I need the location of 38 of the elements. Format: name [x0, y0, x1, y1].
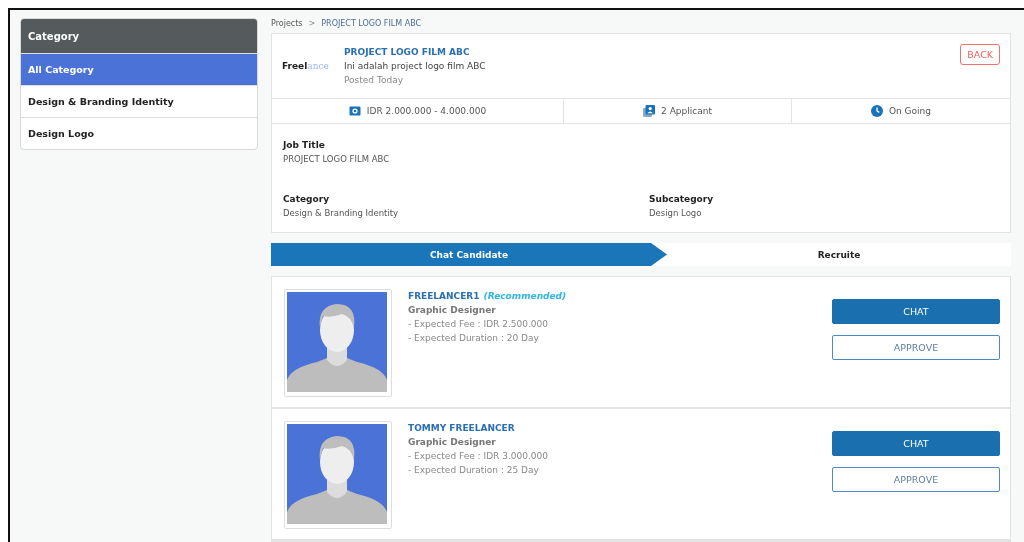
expected-duration: - Expected Duration : 20 Day: [408, 332, 540, 345]
field-value: PROJECT LOGO FILM ABC: [283, 153, 391, 167]
posted-date: Posted Today: [344, 74, 404, 88]
project-description: Ini adalah project logo film ABC: [344, 60, 487, 74]
category-item[interactable]: Design Logo: [21, 117, 257, 149]
stat-text: On Going: [888, 106, 931, 117]
candidate-name: TOMMY FREELANCER: [408, 423, 515, 433]
field-label: Category: [283, 193, 330, 207]
field-label: Subcategory: [649, 193, 715, 207]
approve-button[interactable]: APPROVE: [832, 467, 1000, 492]
candidate-role: Graphic Designer: [408, 436, 497, 449]
field-value: Design Logo: [649, 207, 703, 221]
expected-fee: - Expected Fee : IDR 3.000.000: [408, 450, 549, 463]
category-item[interactable]: Design & Branding Identity: [21, 85, 257, 117]
breadcrumb-link[interactable]: PROJECT LOGO FILM ABC: [321, 19, 422, 28]
stat-text: IDR 2.000.000 - 4.000.000: [366, 106, 487, 117]
back-button[interactable]: BACK: [960, 44, 1000, 66]
contact-card-icon: [643, 105, 656, 118]
stat-text: 2 Applicant: [661, 106, 712, 117]
project-title: PROJECT LOGO FILM ABC: [344, 46, 471, 60]
breadcrumb-link[interactable]: Projects: [271, 19, 303, 28]
recommended-label: (Recommended): [483, 291, 567, 301]
field-value: Design & Branding Identity: [283, 207, 400, 221]
breadcrumb-separator: >: [308, 19, 316, 28]
category-item[interactable]: All Category: [21, 53, 257, 85]
candidate-role: Graphic Designer: [408, 304, 497, 317]
cash-icon: [348, 106, 361, 117]
field-label: Job Title: [283, 139, 326, 153]
sidebar-title: Category: [21, 19, 257, 53]
expected-fee: - Expected Fee : IDR 2.500.000: [408, 318, 549, 331]
candidate-name: FREELANCER1: [408, 291, 480, 301]
step-tab[interactable]: Chat Candidate: [271, 243, 667, 266]
approve-button[interactable]: APPROVE: [832, 335, 1000, 360]
clock-icon: [870, 105, 883, 118]
logo: Freelance: [282, 61, 330, 72]
expected-duration: - Expected Duration : 25 Day: [408, 464, 540, 477]
chat-button[interactable]: CHAT: [832, 431, 1000, 456]
chat-button[interactable]: CHAT: [832, 299, 1000, 324]
